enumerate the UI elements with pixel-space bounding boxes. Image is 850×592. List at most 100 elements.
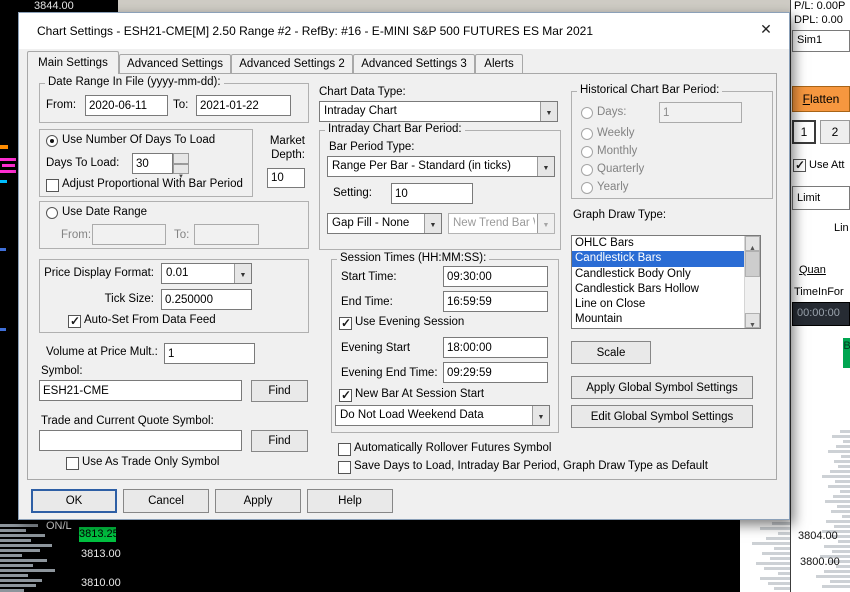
tick-size-input[interactable] — [161, 289, 252, 310]
save-default-checkbox[interactable] — [338, 461, 351, 474]
gap-fill-select[interactable]: Gap Fill - None — [327, 213, 442, 234]
use-date-range-label: Use Date Range — [62, 206, 148, 218]
start-time-input[interactable] — [443, 266, 548, 287]
evening-start-input[interactable] — [443, 337, 548, 358]
market-depth-input[interactable] — [267, 168, 305, 188]
volume-profile-histogram — [740, 522, 790, 592]
save-default-label: Save Days to Load, Intraday Bar Period, … — [354, 460, 708, 472]
tick-size-label: Tick Size: — [104, 293, 154, 305]
use-date-range-radio[interactable] — [46, 207, 58, 219]
trade-panel: P/L: 0.00P DPL: 0.00 Sim1 Flatten 1 2 Us… — [790, 0, 850, 592]
help-button[interactable]: Help — [307, 489, 393, 513]
autoset-checkbox[interactable] — [68, 314, 81, 328]
list-item[interactable]: Mountain — [572, 312, 744, 327]
new-trend-bar-select: New Trend Bar W — [448, 213, 555, 234]
order-type-select[interactable]: Limit — [792, 186, 850, 210]
quantity-tab-2[interactable]: 2 — [820, 120, 850, 144]
chart-data-type-select[interactable]: Intraday Chart — [319, 101, 558, 122]
weekly-radio — [581, 128, 593, 140]
price-display-format-select[interactable]: 0.01 — [161, 263, 252, 284]
adjust-proportional-label: Adjust Proportional With Bar Period — [62, 178, 243, 190]
rollover-checkbox[interactable] — [338, 443, 351, 456]
chevron-down-icon[interactable] — [424, 214, 441, 233]
list-item[interactable]: Candlestick Body Only — [572, 267, 744, 282]
new-bar-checkbox[interactable] — [339, 388, 352, 402]
bar-period-type-value: Range Per Bar - Standard (in ticks) — [332, 160, 511, 172]
scrollbar-thumb[interactable] — [745, 251, 760, 277]
apply-global-button[interactable]: Apply Global Symbol Settings — [571, 376, 753, 399]
quarterly-radio — [581, 164, 593, 176]
price-display-format-value: 0.01 — [166, 267, 189, 279]
price-scale-label: 3813.00 — [81, 548, 121, 560]
volume-at-price-input[interactable] — [164, 343, 255, 364]
dialog-titlebar[interactable]: Chart Settings - ESH21-CME[M] 2.50 Range… — [19, 13, 789, 49]
adjust-proportional-checkbox[interactable] — [46, 179, 59, 192]
graph-draw-type-label: Graph Draw Type: — [573, 209, 667, 221]
days-to-load-input[interactable] — [132, 153, 173, 174]
quantity-label[interactable]: Quan — [799, 264, 826, 276]
apply-button[interactable]: Apply — [215, 489, 301, 513]
ok-button[interactable]: OK — [31, 489, 117, 513]
trade-symbol-find-button[interactable]: Find — [251, 430, 308, 452]
historical-days-label: Days: — [597, 106, 627, 118]
list-item[interactable]: Line on Close — [572, 297, 744, 312]
trade-only-checkbox[interactable] — [66, 457, 79, 470]
tab-advanced-settings[interactable]: Advanced Settings — [119, 54, 231, 73]
list-item[interactable]: OHLC Bars — [572, 236, 744, 251]
quantity-tab-1[interactable]: 1 — [792, 120, 816, 144]
symbol-input[interactable] — [39, 380, 242, 401]
from-date-input[interactable] — [85, 95, 168, 116]
spinner-up-icon[interactable] — [173, 153, 189, 164]
cancel-button[interactable]: Cancel — [123, 489, 209, 513]
use-days-radio[interactable] — [46, 135, 58, 147]
use-att-checkbox[interactable] — [793, 158, 806, 172]
chart-price-label: 3844.00 — [34, 0, 74, 12]
scrollbar-up-icon[interactable] — [745, 236, 760, 251]
session-times-legend: Session Times (HH:MM:SS): — [337, 252, 490, 264]
weekend-data-select[interactable]: Do Not Load Weekend Data — [335, 405, 550, 426]
evening-start-label: Evening Start — [341, 342, 411, 354]
chevron-down-icon[interactable] — [234, 264, 251, 283]
flatten-button[interactable]: Flatten — [792, 86, 850, 112]
edit-global-button[interactable]: Edit Global Symbol Settings — [571, 405, 753, 428]
account-selector[interactable]: Sim1 — [792, 30, 850, 52]
study-mark-cyan — [0, 180, 7, 183]
scrollbar[interactable] — [744, 236, 760, 328]
tab-alerts[interactable]: Alerts — [475, 54, 523, 73]
end-time-input[interactable] — [443, 291, 548, 312]
buy-button[interactable]: B — [843, 338, 850, 368]
days-spinner[interactable] — [173, 153, 189, 174]
autoset-label: Auto-Set From Data Feed — [84, 314, 216, 326]
chevron-down-icon[interactable] — [537, 157, 554, 176]
evening-end-input[interactable] — [443, 362, 548, 383]
market-depth-label: Market Depth: — [269, 135, 305, 161]
range-to-label: To: — [174, 229, 190, 241]
chevron-down-icon[interactable] — [540, 102, 557, 121]
scale-button[interactable]: Scale — [571, 341, 651, 364]
chevron-down-icon[interactable] — [532, 406, 549, 425]
monthly-radio — [581, 146, 593, 158]
range-to-input — [194, 224, 259, 245]
to-date-input[interactable] — [196, 95, 291, 116]
setting-input[interactable] — [391, 183, 473, 204]
bar-period-type-select[interactable]: Range Per Bar - Standard (in ticks) — [327, 156, 555, 177]
graph-draw-type-listbox[interactable]: OHLC Bars Candlestick Bars Candlestick B… — [571, 235, 761, 329]
evening-end-label: Evening End Time: — [341, 367, 438, 379]
trade-symbol-input[interactable] — [39, 430, 242, 451]
scrollbar-down-icon[interactable] — [745, 313, 760, 328]
symbol-find-button[interactable]: Find — [251, 380, 308, 402]
list-item-selected[interactable]: Candlestick Bars — [572, 251, 744, 267]
spinner-down-icon[interactable] — [173, 163, 189, 174]
onl-label: ON/L — [46, 520, 72, 532]
volume-profile-histogram — [0, 524, 60, 592]
tab-main-settings[interactable]: Main Settings — [27, 51, 119, 74]
price-display-format-label: Price Display Format: — [44, 267, 154, 279]
tab-advanced-settings-2[interactable]: Advanced Settings 2 — [231, 54, 353, 73]
list-item[interactable]: Candlestick Bars Hollow — [572, 282, 744, 297]
close-icon[interactable]: ✕ — [755, 21, 777, 41]
evening-session-checkbox[interactable] — [339, 316, 352, 330]
study-mark-magenta — [0, 158, 16, 161]
monthly-label: Monthly — [597, 145, 638, 157]
tab-advanced-settings-3[interactable]: Advanced Settings 3 — [353, 54, 475, 73]
from-label: From: — [46, 99, 77, 111]
